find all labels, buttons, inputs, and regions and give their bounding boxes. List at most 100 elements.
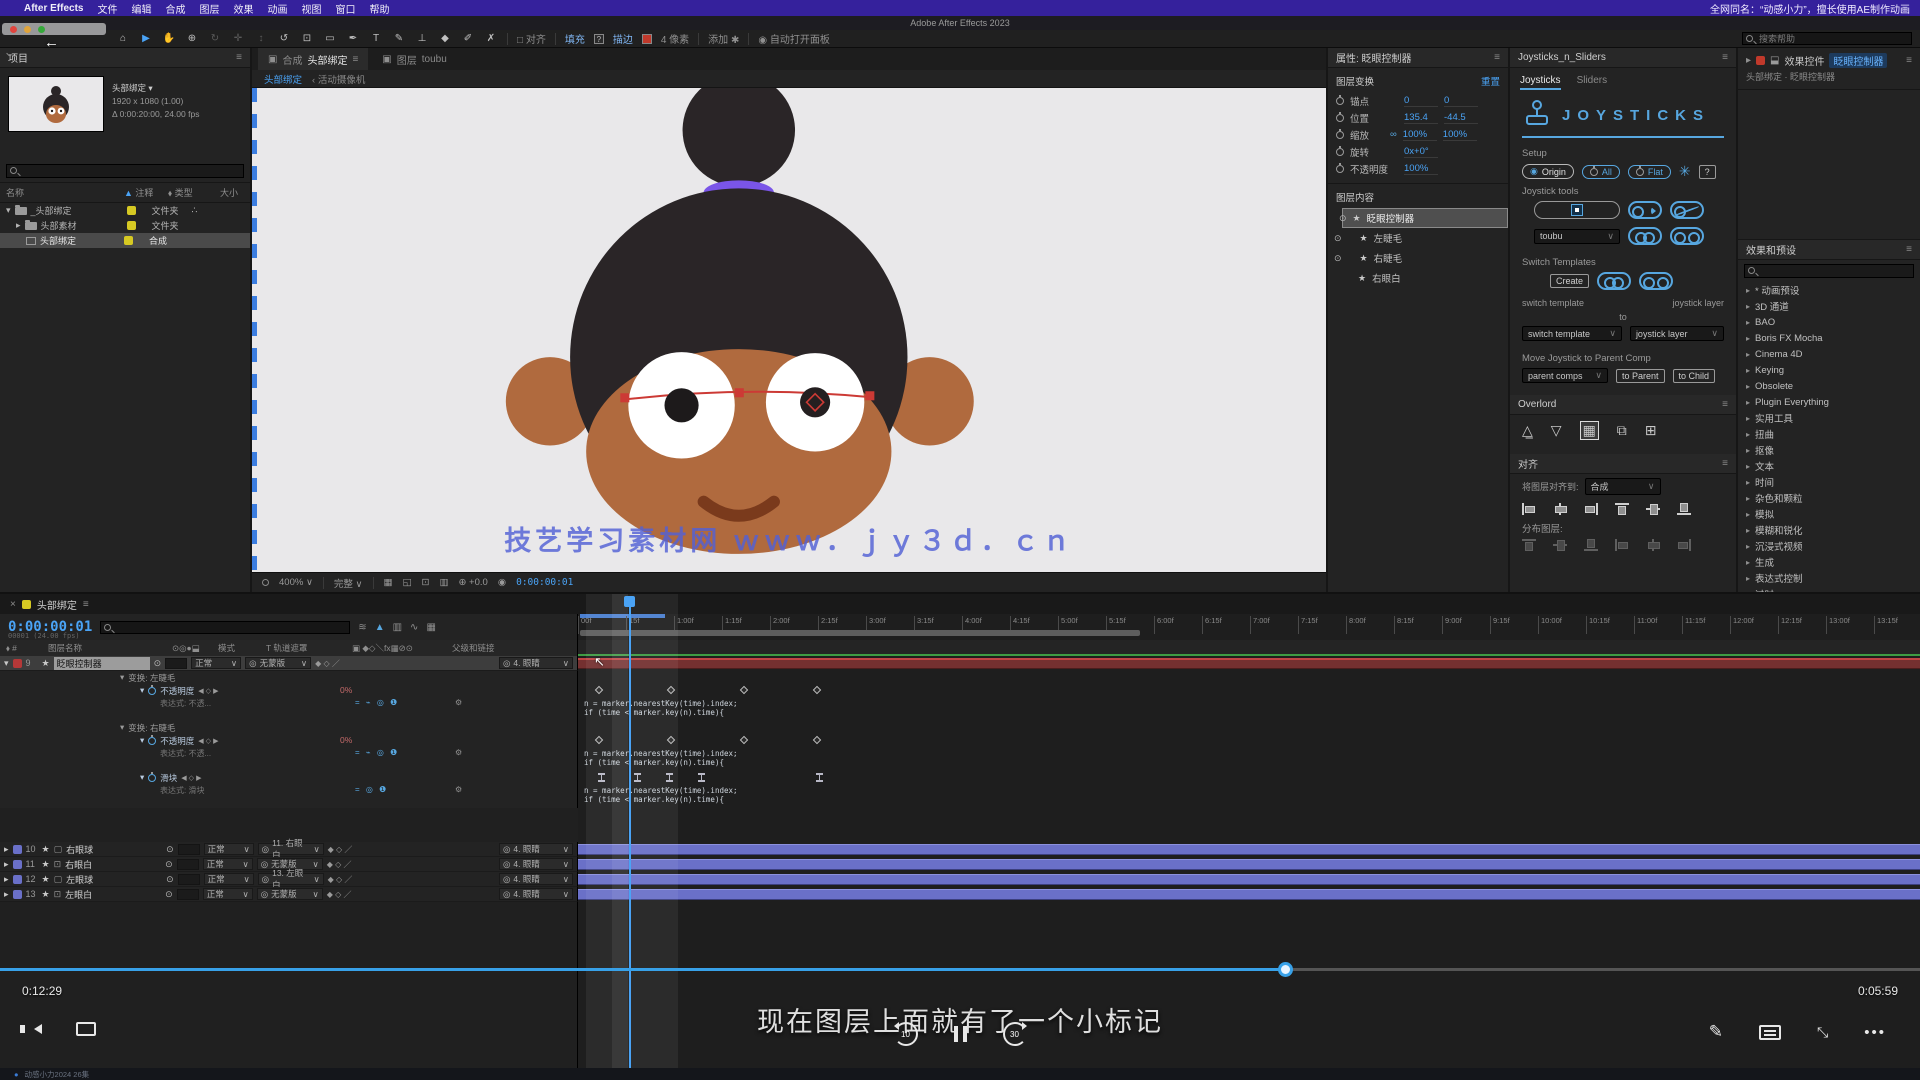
- twirl-icon[interactable]: ▸: [1746, 318, 1750, 327]
- panel-menu-icon[interactable]: ≡: [352, 54, 358, 65]
- distribute-icon[interactable]: [1553, 539, 1567, 551]
- align-panel-title[interactable]: 对齐: [1518, 456, 1538, 471]
- twirl-icon[interactable]: ▸: [4, 859, 9, 870]
- project-search-input[interactable]: [6, 164, 244, 178]
- parent-dropdown[interactable]: ◎ 4. 眼睛∨: [499, 657, 573, 669]
- layer-name[interactable]: 右眼球: [66, 843, 162, 856]
- anchor-point-tool-icon[interactable]: ⊡: [300, 33, 314, 44]
- shy-layers-icon[interactable]: ▲: [375, 622, 385, 633]
- minimize-window-button[interactable]: [24, 26, 31, 33]
- parent-dropdown[interactable]: ◎ 4. 眼睛∨: [499, 873, 573, 885]
- selection-tool-icon[interactable]: ▶: [139, 33, 153, 44]
- expression-icons[interactable]: = ⌁ ◎ ❶: [355, 698, 399, 707]
- menu-animation[interactable]: 动画: [267, 1, 287, 16]
- layer-duration-bar[interactable]: [578, 859, 1920, 870]
- exposure-icon[interactable]: ⊕ +0.0: [458, 577, 487, 588]
- expression-row-slider[interactable]: 表达式: 滑块 = ◎ ❶ ⚙ n = marker.nearestKey(ti…: [0, 784, 1920, 808]
- align-v-center-icon[interactable]: [1646, 503, 1660, 515]
- effects-category-item[interactable]: ▸时间: [1738, 474, 1920, 490]
- effects-category-item[interactable]: ▸Cinema 4D: [1738, 346, 1920, 362]
- hold-keyframe-icon[interactable]: [598, 773, 605, 782]
- help-button[interactable]: ?: [1699, 165, 1716, 179]
- close-window-button[interactable]: [10, 26, 17, 33]
- link-template-icon[interactable]: [1597, 272, 1631, 290]
- solo-lock-wells[interactable]: [177, 859, 199, 870]
- create-joystick-icon[interactable]: [1628, 201, 1662, 219]
- column-parent-link[interactable]: 父级和链接: [452, 640, 495, 656]
- twirl-icon[interactable]: ▾: [140, 772, 144, 783]
- flat-button[interactable]: Flat: [1628, 165, 1671, 179]
- link-joystick-icon[interactable]: [1628, 227, 1662, 245]
- content-item-right-lash[interactable]: ⊙ ★ 右睫毛: [1328, 248, 1508, 268]
- trkmat-dropdown[interactable]: ◎ 11. 右眼白∨: [258, 843, 324, 855]
- layer-duration-bar[interactable]: [578, 889, 1920, 900]
- menu-window[interactable]: 窗口: [335, 1, 355, 16]
- unlink-template-icon[interactable]: [1639, 272, 1673, 290]
- content-item-right-eyewhite[interactable]: ★ 右眼白: [1328, 268, 1508, 288]
- player-progress-knob[interactable]: [1278, 962, 1293, 977]
- stopwatch-icon[interactable]: [1336, 131, 1344, 139]
- twirl-icon[interactable]: ▸: [1746, 334, 1750, 343]
- label-chip[interactable]: [127, 221, 136, 230]
- stopwatch-icon[interactable]: [148, 774, 156, 782]
- effects-category-item[interactable]: ▸模拟: [1738, 506, 1920, 522]
- stroke-swatch[interactable]: [642, 34, 652, 44]
- reset-button[interactable]: 重置: [1481, 74, 1500, 88]
- panel-menu-icon[interactable]: ≡: [1906, 55, 1912, 66]
- panel-menu-icon[interactable]: ≡: [1722, 458, 1728, 469]
- layer-duration-bar[interactable]: [578, 658, 1920, 669]
- pull-to-illustrator-icon[interactable]: ▽: [1551, 422, 1562, 439]
- effects-category-item[interactable]: ▸抠像: [1738, 442, 1920, 458]
- align-h-center-icon[interactable]: [1553, 503, 1567, 515]
- effects-presets-title[interactable]: 效果和预设: [1746, 242, 1796, 257]
- to-child-button[interactable]: to Child: [1673, 369, 1716, 383]
- anchor-y-value[interactable]: 0: [1444, 95, 1478, 107]
- effects-category-item[interactable]: ▸杂色和颗粒: [1738, 490, 1920, 506]
- twirl-icon[interactable]: ▾: [140, 685, 144, 696]
- overlord-panel-title[interactable]: Overlord: [1518, 399, 1556, 410]
- keyframe-icon[interactable]: [740, 686, 748, 694]
- label-chip[interactable]: [13, 659, 22, 668]
- twirl-icon[interactable]: ▾: [120, 722, 124, 733]
- joystick-target-dropdown[interactable]: toubu∨: [1534, 229, 1620, 244]
- group-row-right-lash[interactable]: ▾ 变换: 右睫毛: [0, 721, 1920, 734]
- panel-menu-icon[interactable]: ≡: [1906, 244, 1912, 255]
- keyframe-icon[interactable]: [595, 736, 603, 744]
- twirl-icon[interactable]: ▸: [1746, 574, 1750, 583]
- column-mode[interactable]: 模式: [218, 640, 235, 656]
- parent-comps-dropdown[interactable]: parent comps∨: [1522, 368, 1608, 383]
- comp-navigator-crumb[interactable]: 头部绑定: [264, 72, 302, 86]
- hold-keyframe-icon[interactable]: [634, 773, 641, 782]
- effects-category-item[interactable]: ▸* 动画预设: [1738, 282, 1920, 298]
- gear-icon[interactable]: ⚙: [455, 785, 462, 794]
- switches[interactable]: ◆ ◇ ／: [328, 874, 353, 885]
- effect-controls-target[interactable]: 眨眼控制器: [1829, 53, 1887, 68]
- more-options-icon[interactable]: •••: [1864, 1024, 1886, 1041]
- menu-file[interactable]: 文件: [97, 1, 117, 16]
- blend-mode-dropdown[interactable]: 正常∨: [203, 858, 253, 870]
- tab-layer[interactable]: ▣ 图层 toubu: [372, 48, 456, 70]
- swap-icon[interactable]: ⧉: [1617, 422, 1627, 439]
- label-chip[interactable]: [13, 845, 22, 854]
- tab-sliders[interactable]: Sliders: [1577, 75, 1608, 90]
- label-chip[interactable]: [127, 206, 136, 215]
- frame-blending-icon[interactable]: ▥: [393, 622, 402, 633]
- twirl-icon[interactable]: ▾: [6, 205, 11, 216]
- layer-name[interactable]: 眨眼控制器: [54, 657, 150, 670]
- pen-tool-icon[interactable]: ✒: [346, 33, 360, 44]
- twirl-icon[interactable]: ▸: [1746, 510, 1750, 519]
- label-chip[interactable]: [13, 890, 22, 899]
- opacity-value[interactable]: 100%: [1404, 163, 1438, 175]
- keyframe-track[interactable]: [578, 771, 1920, 784]
- align-right-icon[interactable]: [1584, 503, 1598, 515]
- keyframe-nav[interactable]: ◀◇▶: [181, 774, 203, 782]
- scale-x-value[interactable]: 100%: [1403, 129, 1437, 141]
- anchor-x-value[interactable]: 0: [1404, 95, 1438, 107]
- menu-composition[interactable]: 合成: [165, 1, 185, 16]
- lock-icon[interactable]: ⬓: [1770, 55, 1779, 66]
- twirl-icon[interactable]: ▸: [1746, 382, 1750, 391]
- effects-category-item[interactable]: ▸实用工具: [1738, 410, 1920, 426]
- blend-mode-dropdown[interactable]: 正常∨: [204, 843, 254, 855]
- layer-row-right-eyeball[interactable]: ▸ 10 ★ ▢ 右眼球 ⊙ 正常∨ ◎ 11. 右眼白∨ ◆ ◇ ／ ◎ 4.…: [0, 842, 1920, 857]
- stroke-label[interactable]: 描边: [613, 31, 633, 46]
